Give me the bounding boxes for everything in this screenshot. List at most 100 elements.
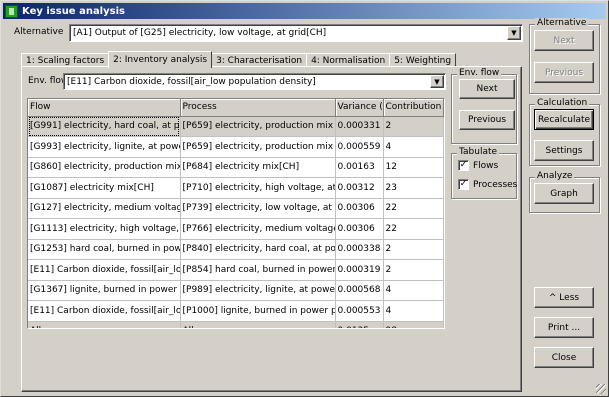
- table-row[interactable]: [G993] electricity, lignite, at power pl…: [28, 136, 444, 158]
- process-cell[interactable]: [P739] electricity, low voltage, at grid…: [180, 198, 336, 219]
- check-icon[interactable]: ✓: [458, 160, 469, 171]
- processes-checkbox-label: Processes: [473, 179, 518, 190]
- tab-characterisation[interactable]: 3: Characterisation: [211, 53, 308, 67]
- flow-cell[interactable]: [G993] electricity, lignite, at power pl…: [28, 136, 181, 158]
- table-row[interactable]: [G1367] lignite, burned in power plant[D…: [28, 280, 444, 301]
- table-header-row: Flow Process Variance (kg Contribution (…: [28, 99, 444, 117]
- alternative-group-title: Alternative: [535, 18, 589, 28]
- title-bar[interactable]: Key issue analysis: [3, 3, 606, 19]
- column-header-flow[interactable]: Flow: [28, 99, 181, 117]
- table-total-row[interactable]: All All 0.0135 98: [28, 321, 444, 328]
- flows-checkbox-label: Flows: [473, 160, 499, 171]
- env-flow-value: [E11] Carbon dioxide, fossil[air_low pop…: [67, 76, 316, 87]
- flow-cell[interactable]: All: [28, 321, 181, 328]
- contribution-cell[interactable]: 2: [383, 239, 444, 260]
- contribution-cell[interactable]: 22: [383, 198, 444, 219]
- contribution-cell[interactable]: 4: [383, 300, 444, 322]
- table-row[interactable]: [G1113] electricity, high voltage, at gr…: [28, 218, 444, 240]
- process-cell[interactable]: [P659] electricity, production mix DE[DE…: [180, 116, 336, 137]
- contribution-cell[interactable]: 12: [383, 157, 444, 178]
- recalculate-button[interactable]: Recalculate: [534, 109, 594, 130]
- variance-cell[interactable]: 0.00312: [335, 177, 384, 199]
- tab-strip: 1: Scaling factors 2: Inventory analysis…: [21, 51, 457, 68]
- flow-cell[interactable]: [G1087] electricity mix[CH]: [28, 177, 181, 199]
- window-title: Key issue analysis: [22, 5, 125, 17]
- settings-button[interactable]: Settings: [534, 140, 594, 161]
- contribution-cell[interactable]: 2: [383, 116, 444, 137]
- flow-cell[interactable]: [G860] electricity, production mix DE[DE…: [28, 157, 181, 178]
- tab-scaling-factors[interactable]: 1: Scaling factors: [21, 53, 110, 67]
- variance-cell[interactable]: 0.000559: [335, 136, 384, 158]
- tab-inventory-analysis[interactable]: 2: Inventory analysis: [108, 51, 213, 68]
- process-cell[interactable]: [P1000] lignite, burned in power plant[D…: [180, 300, 336, 322]
- table-row[interactable]: [G127] electricity, medium voltage, at g…: [28, 198, 444, 219]
- alternative-previous-button[interactable]: Previous: [534, 62, 594, 83]
- env-flow-next-button[interactable]: Next: [459, 79, 515, 99]
- table-row[interactable]: [G860] electricity, production mix DE[DE…: [28, 157, 444, 178]
- graph-button[interactable]: Graph: [534, 183, 594, 204]
- flows-checkbox[interactable]: ✓ Flows: [458, 160, 498, 171]
- close-button[interactable]: Close: [534, 347, 594, 368]
- variance-cell[interactable]: 0.00163: [335, 157, 384, 178]
- process-cell[interactable]: All: [180, 321, 336, 328]
- alternative-value: [A1] Output of [G25] electricity, low vo…: [73, 28, 327, 38]
- tab-normalisation[interactable]: 4: Normalisation: [306, 53, 391, 67]
- calculation-group-title: Calculation: [535, 98, 590, 108]
- variance-cell[interactable]: 0.000331: [335, 116, 384, 137]
- column-header-variance[interactable]: Variance (kg: [335, 99, 384, 117]
- process-cell[interactable]: [P659] electricity, production mix DE[DE…: [180, 136, 336, 158]
- table-row[interactable]: [E11] Carbon dioxide, fossil[air_low pop…: [28, 300, 444, 322]
- variance-cell[interactable]: 0.0135: [335, 321, 384, 328]
- variance-cell[interactable]: 0.000568: [335, 280, 384, 301]
- variance-cell[interactable]: 0.00306: [335, 198, 384, 219]
- process-cell[interactable]: [P840] electricity, hard coal, at power …: [180, 239, 336, 260]
- contribution-cell[interactable]: 98: [383, 321, 444, 328]
- tab-weighting[interactable]: 5: Weighting: [389, 53, 457, 67]
- flow-cell[interactable]: [E11] Carbon dioxide, fossil[air_low pop…: [28, 300, 181, 322]
- env-flow-previous-button[interactable]: Previous: [459, 110, 515, 130]
- process-cell[interactable]: [P710] electricity, high voltage, at gri…: [180, 177, 336, 199]
- resize-grip-icon[interactable]: [596, 384, 606, 394]
- chevron-down-icon[interactable]: ▼: [507, 26, 521, 40]
- flow-cell[interactable]: [G1113] electricity, high voltage, at gr…: [28, 218, 181, 240]
- contribution-cell[interactable]: 4: [383, 280, 444, 301]
- process-cell[interactable]: [P989] electricity, lignite, at power pl…: [180, 280, 336, 301]
- app-icon: [5, 4, 18, 18]
- process-cell[interactable]: [P854] hard coal, burned in power plant[…: [180, 259, 336, 281]
- table-row[interactable]: [G1253] hard coal, burned in power plant…: [28, 239, 444, 260]
- variance-cell[interactable]: 0.000319: [335, 259, 384, 281]
- analyze-group-title: Analyze: [535, 171, 575, 181]
- tabulate-group-title: Tabulate: [457, 147, 500, 157]
- table-row[interactable]: [E11] Carbon dioxide, fossil[air_low pop…: [28, 259, 444, 281]
- contribution-cell[interactable]: 22: [383, 218, 444, 240]
- print-button[interactable]: Print ...: [534, 317, 594, 338]
- env-flow-group-title: Env. flow: [457, 68, 502, 78]
- key-issue-analysis-window: Key issue analysis Alternative [A1] Outp…: [0, 0, 609, 397]
- processes-checkbox[interactable]: ✓ Processes: [458, 179, 517, 190]
- alternative-label: Alternative: [14, 27, 64, 37]
- variance-cell[interactable]: 0.00306: [335, 218, 384, 240]
- table-row[interactable]: [G1087] electricity mix[CH] [P710] elect…: [28, 177, 444, 199]
- alternative-select[interactable]: [A1] Output of [G25] electricity, low vo…: [69, 24, 523, 42]
- env-flow-select[interactable]: [E11] Carbon dioxide, fossil[air_low pop…: [63, 73, 446, 90]
- column-header-process[interactable]: Process: [180, 99, 336, 117]
- process-cell[interactable]: [P766] electricity, medium voltage, at g…: [180, 218, 336, 240]
- table-row[interactable]: [G991] electricity, hard coal, at power …: [28, 116, 444, 137]
- variance-cell[interactable]: 0.000338: [335, 239, 384, 260]
- chevron-down-icon[interactable]: ▼: [430, 75, 444, 88]
- results-table[interactable]: Flow Process Variance (kg Contribution (…: [27, 98, 445, 329]
- flow-cell[interactable]: [G127] electricity, medium voltage, at g…: [28, 198, 181, 219]
- flow-cell[interactable]: [G991] electricity, hard coal, at power …: [28, 116, 181, 137]
- variance-cell[interactable]: 0.000553: [335, 300, 384, 322]
- process-cell[interactable]: [P684] electricity mix[CH]: [180, 157, 336, 178]
- flow-cell[interactable]: [G1367] lignite, burned in power plant[D…: [28, 280, 181, 301]
- column-header-contribution[interactable]: Contribution (%): [383, 99, 444, 117]
- flow-cell[interactable]: [G1253] hard coal, burned in power plant…: [28, 239, 181, 260]
- contribution-cell[interactable]: 23: [383, 177, 444, 199]
- alternative-next-button[interactable]: Next: [534, 30, 594, 51]
- flow-cell[interactable]: [E11] Carbon dioxide, fossil[air_low pop…: [28, 259, 181, 281]
- contribution-cell[interactable]: 2: [383, 259, 444, 281]
- check-icon[interactable]: ✓: [458, 179, 469, 190]
- contribution-cell[interactable]: 4: [383, 136, 444, 158]
- less-button[interactable]: ^ Less: [534, 287, 594, 308]
